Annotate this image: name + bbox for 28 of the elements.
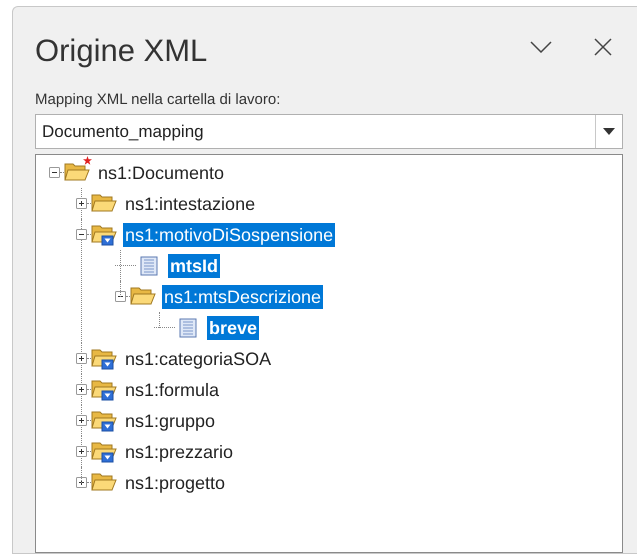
tree-item[interactable]: ns1:prezzario [123,440,236,464]
tree-item[interactable]: ns1:formula [123,378,222,402]
expand-icon[interactable] [76,415,87,426]
tree-item[interactable]: ns1:categoriaSOA [123,346,274,370]
expand-icon[interactable] [76,198,87,209]
tree-item[interactable]: mtsId [168,254,220,278]
expand-icon[interactable] [76,384,87,395]
tree-item[interactable]: ns1:motivoDiSospensione [123,222,336,246]
tree-item[interactable]: ns1:progetto [123,470,228,494]
collapse-icon[interactable] [49,167,60,178]
expand-icon[interactable] [76,446,87,457]
collapse-icon[interactable] [115,291,126,302]
dropdown-arrow-icon [603,128,615,135]
expand-icon[interactable] [76,353,87,364]
mapping-label: Mapping XML nella cartella di lavoro: [35,91,282,108]
collapse-icon[interactable] [76,229,87,240]
tree-item[interactable]: breve [207,316,260,340]
close-icon [594,38,612,56]
element-icon [138,254,160,276]
expand-icon[interactable] [76,477,87,488]
tree-item[interactable]: ns1:gruppo [123,408,218,432]
tree-item[interactable]: ns1:intestazione [123,192,258,216]
pane-title: Origine XML [35,32,208,69]
element-icon [177,316,199,338]
tree-item[interactable]: ns1:Documento [96,160,226,184]
chevron-down-icon [530,41,552,53]
tree-item[interactable]: ns1:mtsDescrizione [162,284,324,308]
mapping-dropdown[interactable]: Documento_mapping [35,114,623,149]
